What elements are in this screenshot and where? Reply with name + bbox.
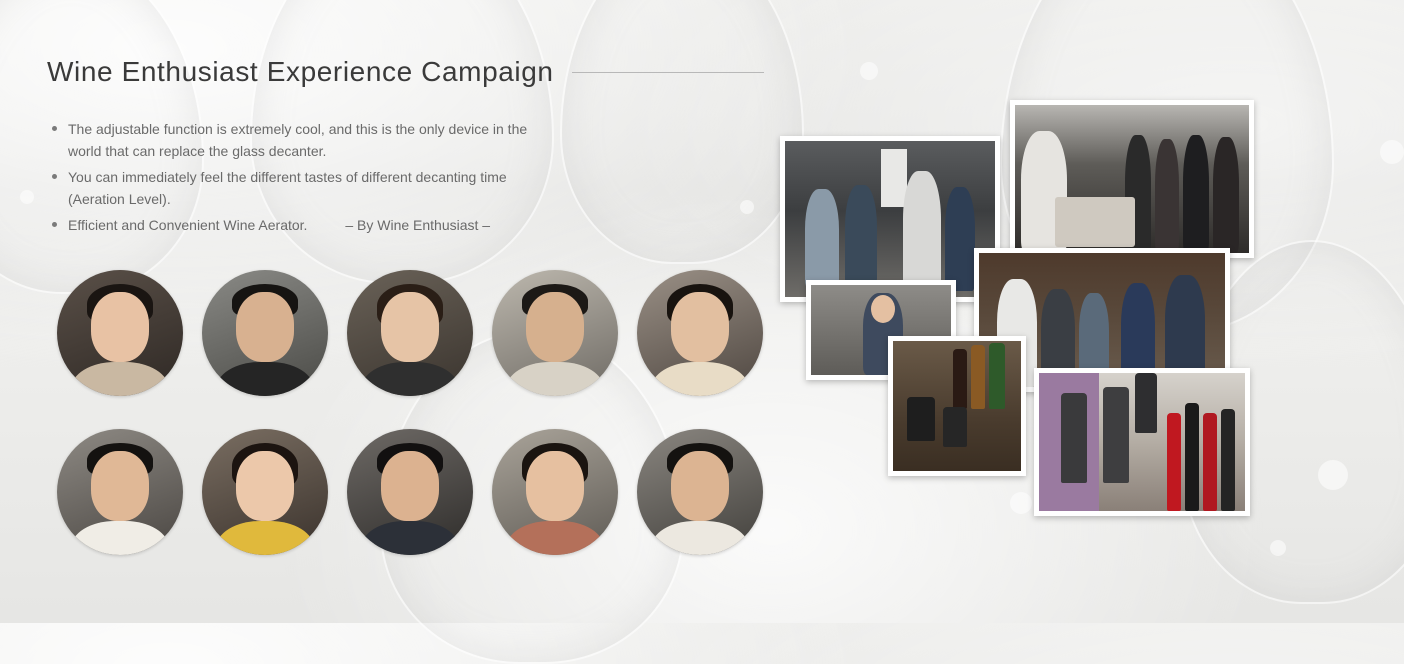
photo-collage bbox=[778, 100, 1254, 516]
portrait-photo bbox=[492, 270, 618, 396]
wine-bottles-display-photo bbox=[1034, 368, 1250, 516]
feature-bullet: Efficient and Convenient Wine Aerator. –… bbox=[50, 214, 530, 236]
demo-table-photo bbox=[1010, 100, 1254, 258]
feature-list: The adjustable function is extremely coo… bbox=[50, 118, 530, 240]
feature-text: You can immediately feel the different t… bbox=[68, 169, 507, 207]
feature-bullet: The adjustable function is extremely coo… bbox=[50, 118, 530, 162]
portrait-photo bbox=[637, 270, 763, 396]
byline: – By Wine Enthusiast – bbox=[345, 217, 491, 233]
portrait-photo bbox=[57, 429, 183, 555]
page-title: Wine Enthusiast Experience Campaign bbox=[47, 56, 554, 87]
aerator-closeup-photo bbox=[888, 336, 1026, 476]
portrait-photo bbox=[347, 270, 473, 396]
portrait-grid bbox=[57, 270, 767, 555]
feature-text: The adjustable function is extremely coo… bbox=[68, 121, 528, 159]
portrait-photo bbox=[202, 429, 328, 555]
event-crowd-photo bbox=[780, 136, 1000, 302]
feature-bullet: You can immediately feel the different t… bbox=[50, 166, 530, 210]
portrait-photo bbox=[202, 270, 328, 396]
portrait-photo bbox=[347, 429, 473, 555]
heading-row: Wine Enthusiast Experience Campaign bbox=[47, 56, 764, 88]
portrait-photo bbox=[492, 429, 618, 555]
portrait-photo bbox=[57, 270, 183, 396]
feature-text: Efficient and Convenient Wine Aerator. bbox=[68, 217, 308, 233]
portrait-photo bbox=[637, 429, 763, 555]
title-divider bbox=[571, 71, 764, 73]
